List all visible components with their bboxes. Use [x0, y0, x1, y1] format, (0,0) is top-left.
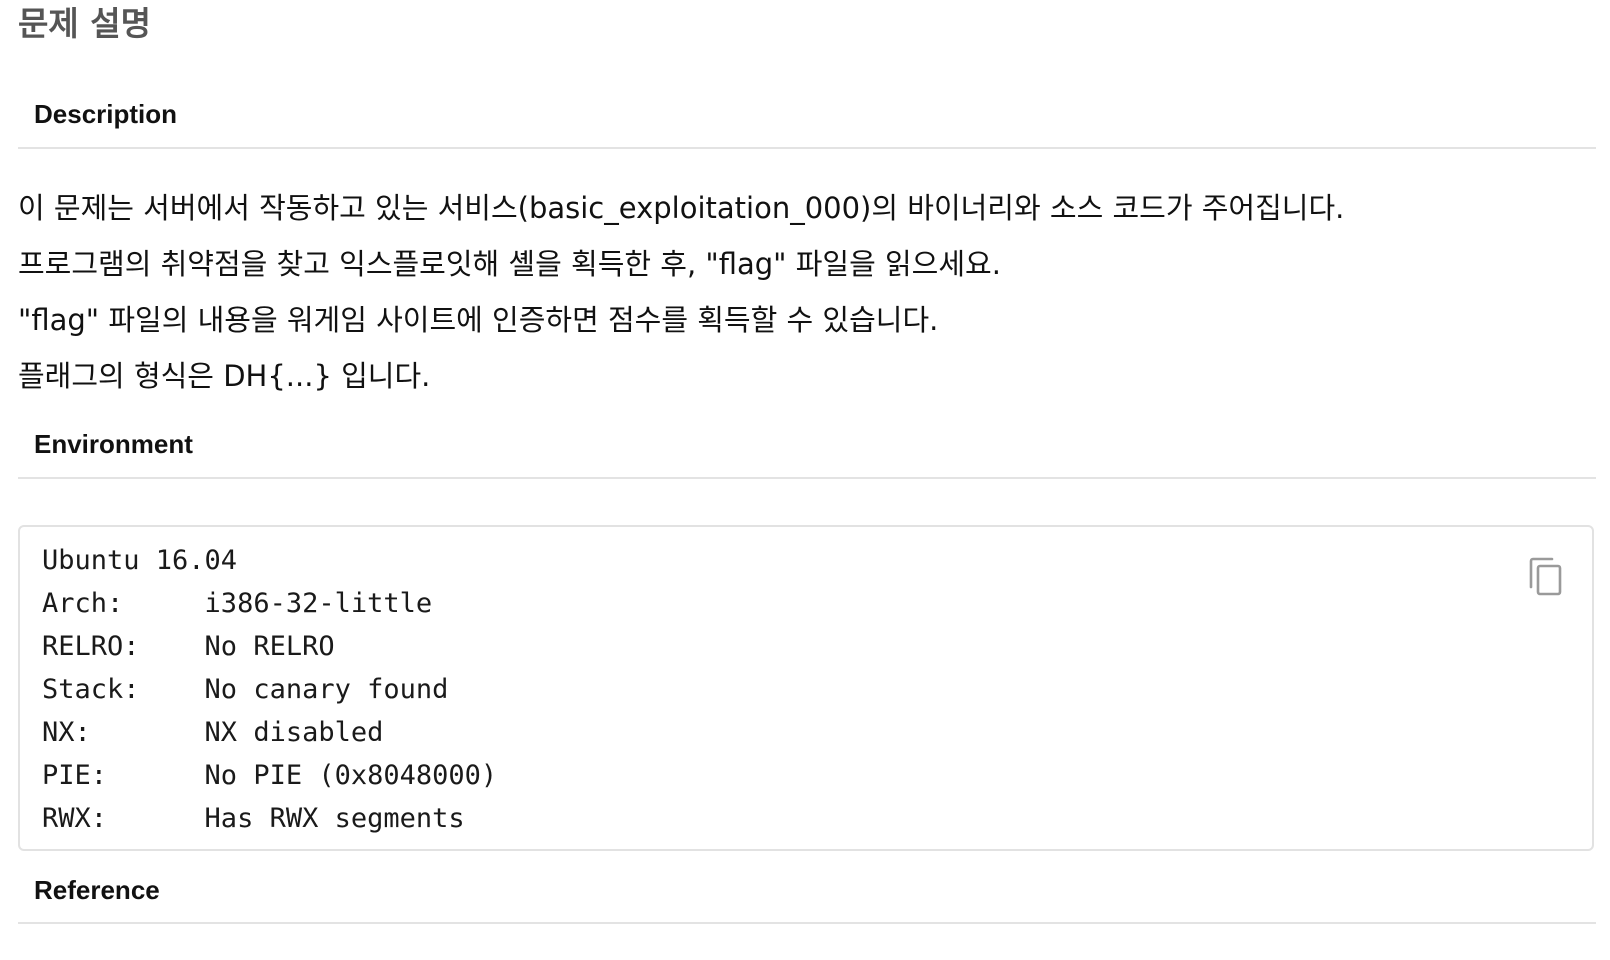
description-line-2: 프로그램의 취약점을 찾고 익스플로잇해 셸을 획득한 후, "flag" 파일… [18, 247, 1001, 281]
description-line-1: 이 문제는 서버에서 작동하고 있는 서비스(basic_exploitatio… [18, 191, 1345, 225]
reference-heading: Reference [34, 875, 160, 905]
description-body: 이 문제는 서버에서 작동하고 있는 서비스(basic_exploitatio… [18, 180, 1596, 404]
page-title: 문제 설명 [18, 4, 151, 43]
environment-heading: Environment [34, 429, 193, 459]
copy-button[interactable] [1526, 555, 1566, 599]
environment-code-block: Ubuntu 16.04 Arch: i386-32-little RELRO:… [18, 525, 1594, 851]
description-heading: Description [34, 99, 178, 129]
environment-divider [18, 477, 1596, 479]
environment-code: Ubuntu 16.04 Arch: i386-32-little RELRO:… [42, 545, 498, 834]
reference-divider [18, 922, 1596, 924]
description-line-3: "flag" 파일의 내용을 워게임 사이트에 인증하면 점수를 획득할 수 있… [18, 303, 939, 337]
description-divider [18, 147, 1596, 149]
description-line-4: 플래그의 형식은 DH{...} 입니다. [18, 359, 431, 393]
copy-icon [1529, 557, 1562, 596]
